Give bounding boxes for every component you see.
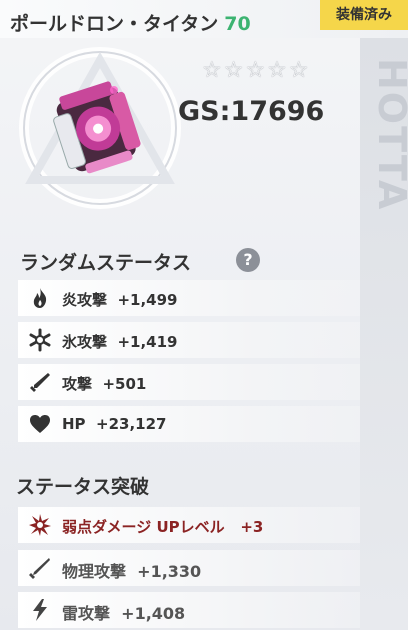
lightning-icon bbox=[33, 599, 47, 621]
stat-label: HP +23,127 bbox=[62, 415, 167, 433]
stat-label: 攻撃 +501 bbox=[62, 375, 147, 393]
side-watermark: HOTTA bbox=[360, 38, 408, 630]
stat-row-attack: 攻撃 +501 bbox=[18, 364, 360, 400]
stat-row-hp: HP +23,127 bbox=[18, 406, 360, 442]
snowflake-icon bbox=[29, 328, 51, 352]
stat-row-flame-attack: 炎攻撃 +1,499 bbox=[18, 280, 360, 316]
stat-row-physical-attack: 物理攻撃 +1,330 bbox=[18, 550, 360, 586]
armor-item-image bbox=[19, 47, 181, 209]
rarity-stars: ☆☆☆☆☆ bbox=[202, 58, 311, 83]
stat-row-ice-attack: 氷攻撃 +1,419 bbox=[18, 322, 360, 358]
item-name: ポールドロン・タイタン bbox=[10, 13, 219, 35]
heart-icon bbox=[30, 415, 50, 433]
stat-row-weakpoint-damage: 弱点ダメージ UPレベル +3 bbox=[18, 507, 360, 543]
stat-row-thunder-attack: 雷攻撃 +1,408 bbox=[18, 592, 360, 628]
stat-label: 物理攻撃 +1,330 bbox=[62, 562, 202, 581]
equipped-badge: 装備済み bbox=[320, 0, 408, 30]
breakthrough-title: ステータス突破 bbox=[16, 476, 150, 498]
watermark-text: HOTTA bbox=[370, 58, 408, 212]
stat-label: 炎攻撃 +1,499 bbox=[62, 291, 178, 309]
weakpoint-burst-icon bbox=[29, 514, 51, 536]
sword-icon bbox=[30, 373, 50, 392]
stat-label: 氷攻撃 +1,419 bbox=[62, 333, 178, 351]
flame-icon bbox=[33, 288, 47, 308]
item-title: ポールドロン・タイタン 70 bbox=[10, 9, 251, 36]
random-status-title: ランダムステータス bbox=[20, 252, 192, 274]
gear-score: GS:17696 bbox=[178, 96, 325, 127]
help-icon[interactable]: ? bbox=[236, 248, 260, 272]
stat-label: 弱点ダメージ UPレベル +3 bbox=[62, 518, 264, 536]
item-level: 70 bbox=[224, 13, 251, 35]
blade-icon bbox=[29, 558, 50, 579]
stat-label: 雷攻撃 +1,408 bbox=[62, 604, 186, 623]
